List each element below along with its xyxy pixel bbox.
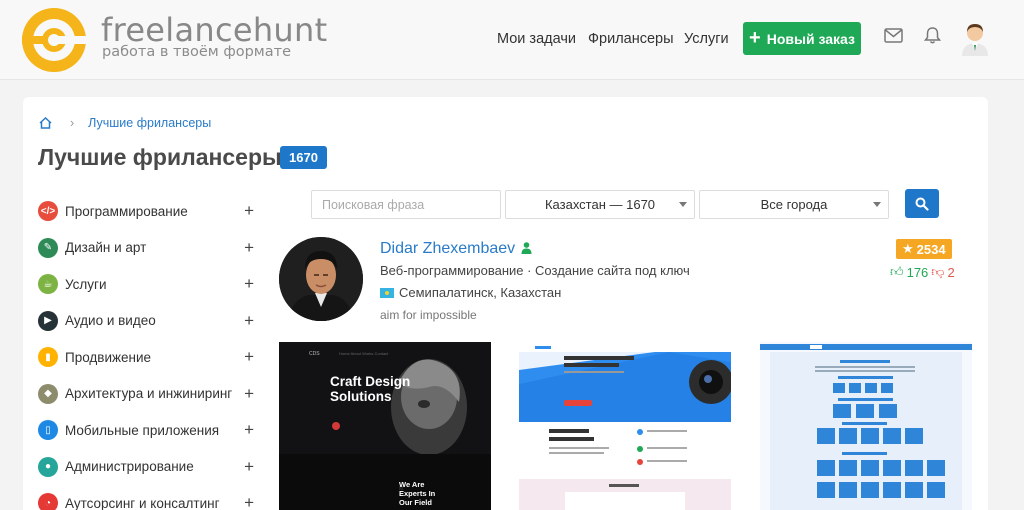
category-label: Дизайн и арт	[65, 240, 147, 256]
category-label: Программирование	[65, 203, 188, 219]
kazakhstan-flag-icon	[380, 287, 394, 298]
reviews-summary: 👍︎ 176 👎︎ 2	[890, 264, 955, 280]
portfolio-thumb-2[interactable]	[519, 342, 731, 510]
portfolio-thumb-3[interactable]	[760, 342, 972, 510]
category-design[interactable]: ✎ Дизайн и арт +	[38, 230, 260, 267]
bell-icon[interactable]	[924, 26, 941, 45]
category-label: Администрирование	[65, 459, 194, 475]
category-label: Мобильные приложения	[65, 422, 220, 438]
freelancer-skills: Веб-программирование · Создание сайта по…	[380, 263, 690, 278]
expand-plus-icon[interactable]: +	[244, 347, 254, 367]
search-icon	[915, 197, 929, 211]
chevron-right-icon: ›	[70, 116, 75, 130]
category-audio-video[interactable]: ▶ Аудио и видео +	[38, 303, 260, 340]
page-title: Лучшие фрилансеры	[38, 144, 282, 170]
rating-value: 2534	[916, 241, 946, 257]
clapperboard-icon: ▶	[38, 310, 58, 331]
portfolio-preview-3	[760, 342, 972, 510]
category-mobile[interactable]: ▯ Мобильные приложения +	[38, 412, 260, 449]
main-card: › Лучшие фрилансеры Лучшие фрилансеры 16…	[23, 97, 988, 510]
nav-freelancers[interactable]: Фрилансеры	[588, 31, 674, 47]
breadcrumb: › Лучшие фрилансеры	[39, 116, 211, 130]
category-administration[interactable]: ● Администрирование +	[38, 449, 260, 486]
category-promotion[interactable]: ▮ Продвижение +	[38, 339, 260, 376]
rating-badge: ★ 2534	[896, 239, 952, 259]
admin-icon: ●	[38, 456, 58, 477]
phone-icon: ▯	[38, 420, 58, 441]
category-outsourcing[interactable]: ◔ Аутсорсинг и консалтинг +	[38, 485, 260, 510]
category-label: Аутсорсинг и консалтинг	[65, 495, 220, 510]
expand-plus-icon[interactable]: +	[244, 384, 254, 404]
nav-services[interactable]: Услуги	[684, 31, 729, 47]
search-input[interactable]: Поисковая фраза	[311, 190, 501, 219]
verified-user-icon	[521, 242, 532, 254]
category-services[interactable]: ☕ Услуги +	[38, 266, 260, 303]
svg-text:CDS: CDS	[309, 351, 320, 357]
expand-plus-icon[interactable]: +	[244, 420, 254, 440]
site-header: freelancehunt работа в твоём формате Мои…	[0, 0, 1024, 80]
category-label: Архитектура и инжиниринг	[65, 386, 233, 402]
new-order-button[interactable]: + Новый заказ	[743, 22, 861, 55]
expand-plus-icon[interactable]: +	[244, 238, 254, 258]
expand-plus-icon[interactable]: +	[244, 493, 254, 510]
box-icon: ◆	[38, 383, 58, 404]
category-label: Продвижение	[65, 349, 152, 365]
pie-chart-icon: ◔	[38, 493, 58, 510]
nav-my-tasks[interactable]: Мои задачи	[497, 31, 576, 47]
search-button[interactable]	[905, 189, 939, 218]
new-order-label: Новый заказ	[766, 30, 855, 47]
city-select-value: Все города	[760, 197, 828, 212]
category-label: Услуги	[65, 276, 107, 292]
freelancer-name-text: Didar Zhexembaev	[380, 240, 516, 257]
freelancer-location-text: Семипалатинск, Казахстан	[399, 285, 562, 300]
portfolio-thumb-1[interactable]: CDS Home About Works Contact M Craft Des…	[279, 342, 491, 510]
breadcrumb-current[interactable]: Лучшие фрилансеры	[88, 116, 211, 130]
freelancer-count-badge: 1670	[280, 146, 327, 169]
caret-down-icon	[679, 202, 687, 207]
freelancer-name[interactable]: Didar Zhexembaev	[380, 240, 533, 258]
freelancer-location: Семипалатинск, Казахстан	[380, 285, 561, 300]
country-select-value: Казахстан — 1670	[544, 197, 656, 212]
category-architecture[interactable]: ◆ Архитектура и инжиниринг +	[38, 376, 260, 413]
caret-down-icon	[873, 202, 881, 207]
expand-plus-icon[interactable]: +	[244, 201, 254, 221]
svg-text:Home About Works Contact: Home About Works Contact	[339, 351, 389, 356]
chart-icon: ▮	[38, 347, 58, 368]
city-select[interactable]: Все города	[699, 190, 889, 219]
code-icon: </>	[38, 201, 58, 222]
freelancehunt-logo-icon[interactable]	[20, 6, 88, 74]
portfolio-1-subtitle: We Are Experts In Our Field	[399, 480, 436, 507]
portfolio-1-title: Craft Design Solutions	[330, 374, 411, 404]
category-programming[interactable]: </> Программирование +	[38, 193, 260, 230]
negative-reviews: 2	[947, 264, 955, 280]
country-select[interactable]: Казахстан — 1670	[505, 190, 695, 219]
portfolio-preview-1: CDS Home About Works Contact M	[279, 342, 491, 510]
expand-plus-icon[interactable]: +	[244, 457, 254, 477]
category-sidebar: </> Программирование + ✎ Дизайн и арт + …	[38, 193, 260, 510]
category-label: Аудио и видео	[65, 313, 156, 329]
positive-reviews: 176	[906, 264, 929, 280]
mail-icon[interactable]	[884, 28, 903, 43]
portfolio-preview-2	[519, 342, 731, 510]
cup-icon: ☕	[38, 274, 58, 295]
user-avatar[interactable]	[959, 20, 991, 56]
thumbs-down-icon: 👎︎	[931, 264, 945, 279]
thumbs-up-icon: 👍︎	[890, 264, 904, 279]
expand-plus-icon[interactable]: +	[244, 311, 254, 331]
star-icon: ★	[902, 241, 914, 256]
home-icon[interactable]	[39, 117, 52, 129]
plus-icon: +	[749, 26, 761, 49]
freelancer-motto: aim for impossible	[380, 308, 477, 322]
expand-plus-icon[interactable]: +	[244, 274, 254, 294]
profile-photo-icon	[279, 237, 363, 321]
logo-tagline: работа в твоём формате	[102, 44, 291, 60]
freelancer-photo[interactable]	[279, 237, 363, 321]
pencils-icon: ✎	[38, 237, 58, 258]
